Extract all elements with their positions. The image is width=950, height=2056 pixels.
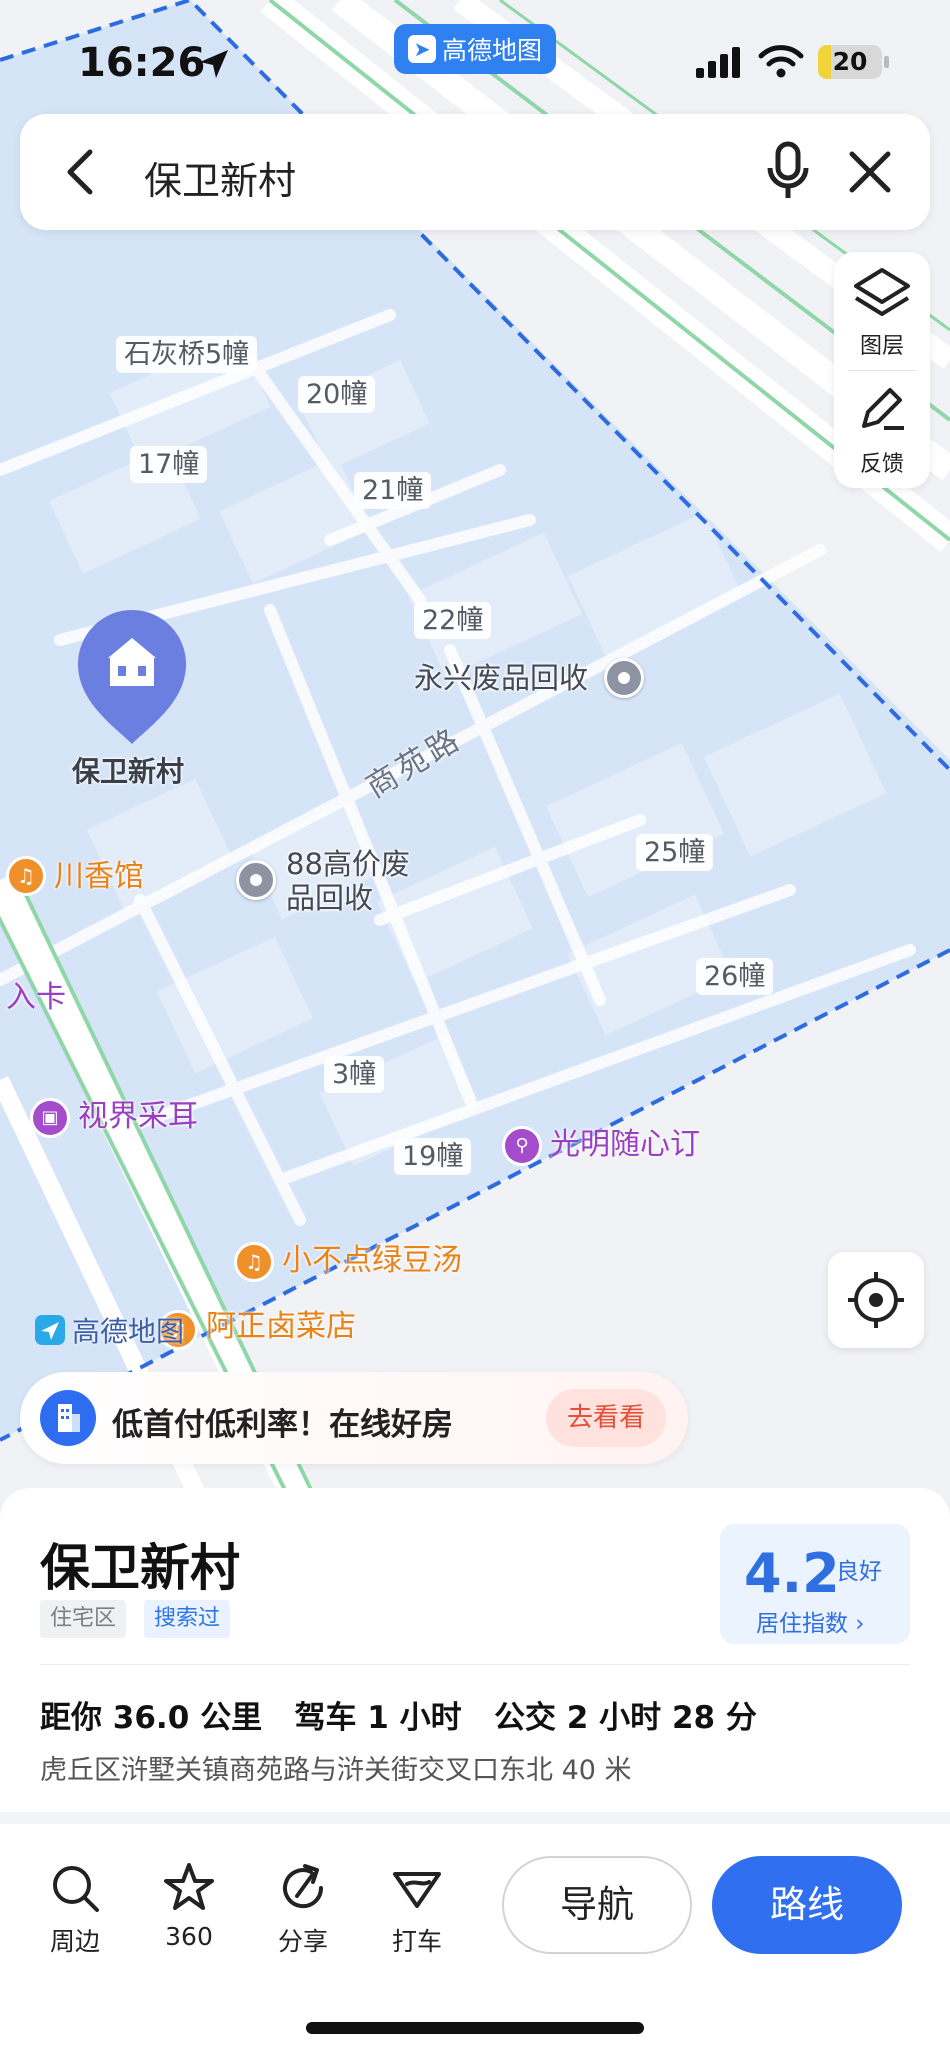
layers-icon <box>854 268 910 316</box>
panorama-button[interactable]: 360 <box>144 1860 234 1951</box>
share-icon <box>283 1864 324 1909</box>
search-bar[interactable]: 保卫新村 <box>20 114 930 230</box>
edit-pen-icon <box>862 388 904 430</box>
place-detail-sheet[interactable]: 保卫新村 住宅区 搜索过 4.2 良好 居住指数 › 距你 36.0 公里 驾车… <box>0 1488 950 2056</box>
feedback-button[interactable]: 反馈 <box>834 370 930 488</box>
navigate-button[interactable]: 导航 <box>502 1856 692 1954</box>
travel-summary: 距你 36.0 公里 驾车 1 小时 公交 2 小时 28 分 <box>40 1692 757 1737</box>
back-arrow-icon[interactable] <box>54 144 110 200</box>
search-query[interactable]: 保卫新村 <box>144 150 296 205</box>
poi-label[interactable]: 入卡 <box>6 983 66 1013</box>
drive-time-text: 驾车 1 小时 <box>294 1700 462 1736</box>
poi-label[interactable]: 视界采耳 <box>78 1102 198 1132</box>
pin-label[interactable]: 保卫新村 <box>72 750 184 790</box>
panorama-label: 360 <box>165 1922 213 1951</box>
gaode-logo-icon: ➤ <box>407 35 436 63</box>
ad-banner[interactable]: 低首付低利率！在线好房 去看看 <box>20 1372 688 1464</box>
building-label[interactable]: 21幢 <box>354 472 432 509</box>
share-button[interactable]: 分享 <box>258 1860 348 1958</box>
address-text: 虎丘区浒墅关镇商苑路与浒关街交叉口东北 40 米 <box>40 1755 632 1786</box>
building-icon <box>40 1390 96 1446</box>
ad-text: 低首付低利率！在线好房 <box>112 1407 453 1443</box>
battery-tip <box>884 56 889 68</box>
map-side-controls: 图层 反馈 <box>834 252 930 488</box>
place-name: 保卫新村 <box>40 1539 240 1597</box>
app-badge-label: 高德地图 <box>441 36 542 65</box>
nearby-button[interactable]: 周边 <box>30 1860 120 1958</box>
building-label[interactable]: 22幢 <box>414 602 492 639</box>
poi-label[interactable]: 88高价废 <box>286 850 410 879</box>
building-label[interactable]: 25幢 <box>636 834 714 871</box>
building-label[interactable]: 3幢 <box>324 1056 385 1093</box>
divider <box>40 1664 910 1665</box>
nearby-label: 周边 <box>49 1927 100 1956</box>
battery-icon: 20 <box>818 45 882 79</box>
wifi-icon <box>758 45 804 78</box>
taxi-icon <box>393 1872 441 1908</box>
poi-label[interactable]: 川香馆 <box>54 862 144 892</box>
ad-cta-button[interactable]: 去看看 <box>546 1389 666 1447</box>
microphone-icon[interactable] <box>760 140 816 204</box>
star-icon <box>164 1863 214 1910</box>
taxi-button[interactable]: 打车 <box>372 1860 462 1958</box>
locate-me-button[interactable] <box>828 1252 924 1348</box>
living-index-card[interactable]: 4.2 良好 居住指数 › <box>720 1524 910 1644</box>
route-button[interactable]: 路线 <box>712 1856 902 1954</box>
distance-text: 距你 36.0 公里 <box>40 1700 263 1736</box>
shopping-cart-icon[interactable]: ⚲ <box>502 1126 542 1166</box>
poi-label[interactable]: 光明随心订 <box>550 1130 700 1160</box>
living-index-level: 良好 <box>836 1559 882 1585</box>
shop-icon[interactable]: ▣ <box>30 1098 70 1138</box>
crosshair-icon <box>848 1272 904 1328</box>
restaurant-icon[interactable]: ♫ <box>6 856 46 896</box>
taxi-label: 打车 <box>391 1927 442 1956</box>
building-label[interactable]: 26幢 <box>696 958 774 995</box>
app-return-badge[interactable]: ➤ 高德地图 <box>394 24 556 74</box>
poi-label[interactable]: 永兴废品回收 <box>414 664 588 693</box>
poi-label[interactable]: 品回收 <box>286 884 373 913</box>
share-label: 分享 <box>277 1927 328 1956</box>
poi-marker-icon[interactable] <box>236 860 276 900</box>
gaode-logo-icon <box>35 1315 65 1345</box>
section-separator <box>0 1812 950 1824</box>
living-index-label: 居住指数 › <box>756 1611 865 1637</box>
poi-label[interactable]: 阿正卤菜店 <box>206 1312 356 1342</box>
status-time: 16:26 <box>78 40 206 86</box>
building-label[interactable]: 石灰桥5幢 <box>116 336 258 373</box>
building-label[interactable]: 17幢 <box>130 446 208 483</box>
transit-time-text: 公交 2 小时 28 分 <box>494 1700 757 1736</box>
searched-tag: 搜索过 <box>144 1600 231 1638</box>
feedback-label: 反馈 <box>859 452 904 477</box>
search-icon <box>53 1866 99 1912</box>
building-label[interactable]: 20幢 <box>298 376 376 413</box>
watermark-text: 高德地图 <box>72 1315 185 1348</box>
living-index-score: 4.2 <box>744 1542 840 1605</box>
layers-button[interactable]: 图层 <box>834 252 930 370</box>
close-icon[interactable] <box>844 146 896 198</box>
home-indicator[interactable] <box>306 2022 644 2034</box>
restaurant-icon[interactable]: ♫ <box>234 1242 274 1282</box>
category-tag: 住宅区 <box>40 1600 127 1638</box>
battery-percent: 20 <box>832 47 868 76</box>
location-arrow-icon <box>200 50 228 78</box>
signal-icon <box>696 47 740 78</box>
poi-marker-icon[interactable] <box>604 658 644 698</box>
poi-label[interactable]: 小不点绿豆汤 <box>282 1246 462 1276</box>
map-watermark: 高德地图 <box>34 1310 184 1350</box>
layers-label: 图层 <box>859 334 904 359</box>
building-label[interactable]: 19幢 <box>394 1138 472 1175</box>
